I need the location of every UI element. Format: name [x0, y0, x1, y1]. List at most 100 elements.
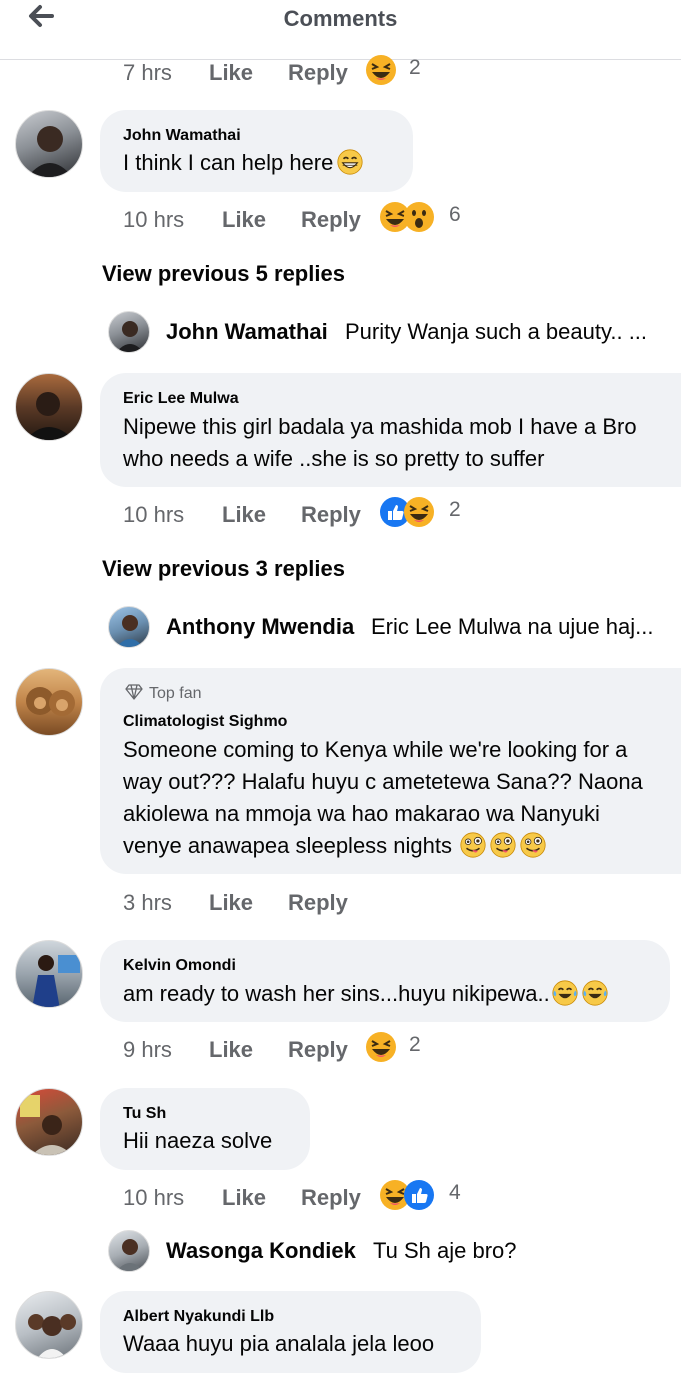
comment-timestamp: 9 hrs — [123, 1037, 172, 1062]
winky-tongue-emoji-icon — [460, 832, 486, 858]
view-previous-replies-link[interactable]: View previous 3 replies — [102, 556, 345, 582]
reply-button[interactable]: Reply — [288, 1037, 348, 1063]
diamond-icon — [125, 684, 143, 700]
reply-text: Eric Lee Mulwa na ujue haj... — [371, 614, 654, 639]
view-previous-replies-link[interactable]: View previous 5 replies — [102, 261, 345, 287]
reply-button[interactable]: Reply — [288, 60, 348, 86]
comment-actions: 10 hrs Like Reply 4 — [123, 1185, 483, 1215]
winky-tongue-emoji-icon — [490, 832, 516, 858]
comment-text: Hii naeza solve — [123, 1128, 273, 1153]
reaction-count: 2 — [449, 498, 461, 521]
comment-author[interactable]: Climatologist Sighmo — [123, 713, 287, 731]
reaction-count: 2 — [409, 1033, 421, 1056]
comment-bubble[interactable]: Albert Nyakundi Llb Waaa huyu pia analal… — [100, 1291, 481, 1373]
reply-author[interactable]: Wasonga Kondiek — [166, 1238, 356, 1264]
tears-of-joy-emoji-icon — [582, 980, 608, 1006]
comment-text-content: am ready to wash her sins...huyu nikipew… — [123, 981, 550, 1006]
like-button[interactable]: Like — [209, 1037, 253, 1063]
avatar[interactable] — [108, 606, 150, 648]
comment-line: who needs a wife ..she is so pretty to s… — [123, 446, 545, 471]
comment-author[interactable]: Albert Nyakundi Llb — [123, 1308, 274, 1326]
comment-actions: 7 hrs Like Reply 2 — [123, 60, 443, 90]
haha-reaction-icon — [403, 496, 435, 528]
like-button[interactable]: Like — [209, 60, 253, 86]
profile-photo — [116, 321, 144, 352]
reply-button[interactable]: Reply — [301, 502, 361, 528]
latest-reply[interactable]: John Wamathai Purity Wanja such a beauty… — [108, 311, 681, 353]
avatar[interactable] — [108, 311, 150, 353]
profile-photo — [26, 687, 75, 716]
top-fan-badge: Top fan — [125, 684, 201, 703]
comment-bubble[interactable]: Eric Lee Mulwa Nipewe this girl badala y… — [100, 373, 681, 487]
comment-text: I think I can help here — [123, 147, 363, 179]
comment-bubble[interactable]: Top fan Climatologist Sighmo Someone com… — [100, 668, 681, 874]
comment-bubble[interactable]: John Wamathai I think I can help here — [100, 110, 413, 192]
reply-author[interactable]: Anthony Mwendia — [166, 614, 354, 640]
comment-line: akiolewa na mmoja wa hao makarao wa Nany… — [123, 801, 600, 826]
comment-author[interactable]: Kelvin Omondi — [123, 957, 236, 975]
comment-bubble[interactable]: Tu Sh Hii naeza solve — [100, 1088, 310, 1170]
grin-emoji-icon — [337, 149, 363, 175]
comment-timestamp: 10 hrs — [123, 502, 185, 527]
avatar[interactable] — [15, 110, 83, 178]
page-title: Comments — [283, 6, 398, 31]
reply-button[interactable]: Reply — [301, 1185, 361, 1211]
like-button[interactable]: Like — [209, 890, 253, 916]
reply-author[interactable]: John Wamathai — [166, 319, 328, 345]
comment-text: Someone coming to Kenya while we're look… — [123, 734, 643, 862]
top-fan-label: Top fan — [149, 685, 202, 702]
profile-photo — [116, 615, 144, 647]
comment-author[interactable]: John Wamathai — [123, 127, 241, 145]
comment-line: Nipewe this girl badala ya mashida mob I… — [123, 414, 637, 439]
wow-reaction-icon — [403, 201, 435, 233]
tears-of-joy-emoji-icon — [552, 980, 578, 1006]
avatar[interactable] — [15, 1291, 83, 1359]
avatar[interactable] — [15, 668, 83, 736]
avatar[interactable] — [108, 1230, 150, 1272]
comment-actions: 9 hrs Like Reply 2 — [123, 1037, 443, 1067]
profile-photo — [20, 1095, 72, 1155]
profile-photo — [28, 1314, 76, 1358]
comment-timestamp: 10 hrs — [123, 207, 185, 232]
comment-line: way out??? Halafu huyu c ametetewa Sana?… — [123, 769, 643, 794]
comment-author[interactable]: Eric Lee Mulwa — [123, 390, 239, 408]
comment-line: Someone coming to Kenya while we're look… — [123, 737, 628, 762]
reaction-count: 2 — [409, 56, 421, 79]
comment-timestamp: 3 hrs — [123, 890, 172, 915]
reply-text: Purity Wanja such a beauty.. ... — [345, 319, 648, 344]
winky-tongue-emoji-icon — [520, 832, 546, 858]
reply-text: Tu Sh aje bro? — [373, 1238, 517, 1263]
comment-author[interactable]: Tu Sh — [123, 1105, 166, 1123]
reaction-count: 4 — [449, 1181, 461, 1204]
profile-photo — [25, 392, 74, 440]
comment-line: venye anawapea sleepless nights — [123, 830, 643, 862]
like-button[interactable]: Like — [222, 207, 266, 233]
comment-text: Nipewe this girl badala ya mashida mob I… — [123, 411, 637, 475]
avatar[interactable] — [15, 373, 83, 441]
comment-actions: 10 hrs Like Reply 6 — [123, 207, 483, 237]
comment-timestamp: 10 hrs — [123, 1185, 185, 1210]
comment-actions: 10 hrs Like Reply 2 — [123, 502, 483, 532]
comment-text-content: I think I can help here — [123, 150, 334, 175]
comment-actions: 3 hrs Like Reply — [123, 890, 423, 920]
profile-photo — [116, 1239, 144, 1271]
comment-bubble[interactable]: Kelvin Omondi am ready to wash her sins.… — [100, 940, 670, 1022]
comment-text: Waaa huyu pia analala jela leoo — [123, 1331, 435, 1356]
comment-timestamp: 7 hrs — [123, 60, 172, 85]
latest-reply[interactable]: Wasonga Kondiek Tu Sh aje bro? — [108, 1230, 681, 1272]
like-button[interactable]: Like — [222, 502, 266, 528]
haha-reaction-icon — [365, 1031, 397, 1063]
comment-text: am ready to wash her sins...huyu nikipew… — [123, 978, 608, 1010]
haha-reaction-icon — [365, 54, 397, 86]
reaction-count: 6 — [449, 203, 461, 226]
latest-reply[interactable]: Anthony Mwendia Eric Lee Mulwa na ujue h… — [108, 606, 681, 648]
avatar[interactable] — [15, 940, 83, 1008]
reply-button[interactable]: Reply — [301, 207, 361, 233]
comment-line-text: venye anawapea sleepless nights — [123, 833, 453, 858]
avatar[interactable] — [15, 1088, 83, 1156]
top-bar: Comments — [0, 0, 681, 60]
profile-photo — [27, 126, 73, 177]
reply-button[interactable]: Reply — [288, 890, 348, 916]
profile-photo — [32, 955, 80, 1007]
like-button[interactable]: Like — [222, 1185, 266, 1211]
